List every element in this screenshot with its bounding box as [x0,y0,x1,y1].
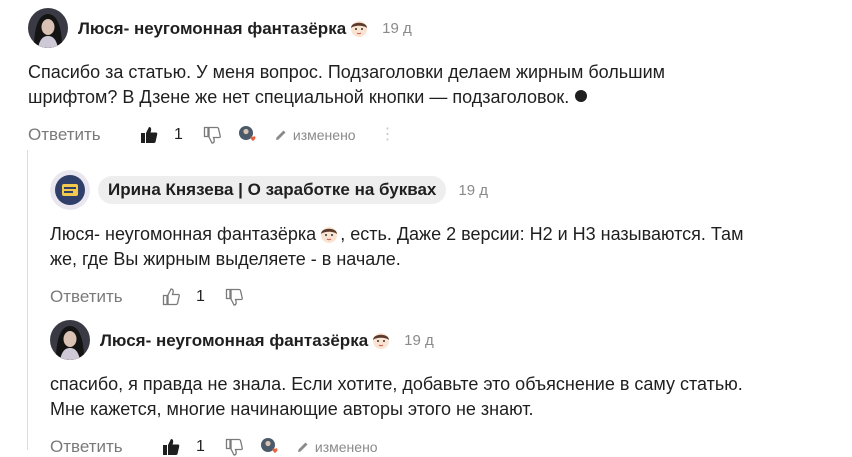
pencil-icon [295,436,311,457]
comment: Люся- неугомонная фантазёрка 19 д Спасиб… [28,8,828,150]
comment-header: Люся- неугомонная фантазёрка 19 д [50,320,830,360]
dislike-icon[interactable] [223,286,245,308]
avatar[interactable] [28,8,68,48]
dislike-icon[interactable] [201,124,223,146]
black-circle-emoji-icon [575,90,588,102]
author-liked-badge-icon [237,124,259,146]
reply-button[interactable]: Ответить [50,437,160,457]
comment-actions: Ответить 1 изменено ⋮ [28,120,828,150]
like-count: 1 [196,288,205,305]
like-filled-icon[interactable] [138,124,160,146]
avatar[interactable] [50,170,90,210]
comment-actions: Ответить 1 изменено [50,432,830,457]
girl-emoji-icon [318,223,340,245]
comment-text: Люся- неугомонная фантазёрка, есть. Даже… [50,223,744,269]
like-count: 1 [174,126,183,143]
like-icon[interactable] [160,286,182,308]
pencil-icon [273,124,289,146]
comment-header: Люся- неугомонная фантазёрка 19 д [28,8,828,48]
reply-button[interactable]: Ответить [50,287,160,307]
comment-date: 19 д [382,19,412,37]
comment-date: 19 д [458,181,488,199]
mention[interactable]: Люся- неугомонная фантазёрка [50,224,316,244]
reply-button[interactable]: Ответить [28,125,138,145]
edited-label: изменено [295,436,378,457]
author-liked-badge-icon [259,436,281,457]
girl-emoji-icon [370,329,392,351]
comment: Люся- неугомонная фантазёрка 19 д спасиб… [50,320,830,457]
comment-header: Ирина Князева | О заработке на буквах 19… [50,170,830,210]
comment-date: 19 д [404,331,434,349]
like-count: 1 [196,438,205,455]
author-name[interactable]: Люся- неугомонная фантазёрка [100,329,392,351]
more-options-icon[interactable]: ⋮ [380,127,396,143]
avatar[interactable] [50,320,90,360]
like-filled-icon[interactable] [160,436,182,457]
thread-line [27,150,28,450]
author-name[interactable]: Ирина Князева | О заработке на буквах [98,176,447,204]
comment-text: спасибо, я правда не знала. Если хотите,… [50,374,743,419]
comment: Ирина Князева | О заработке на буквах 19… [50,170,830,312]
edited-label: изменено [273,124,356,146]
dislike-icon[interactable] [223,436,245,457]
girl-emoji-icon [348,17,370,39]
comment-actions: Ответить 1 [50,282,830,312]
author-name[interactable]: Люся- неугомонная фантазёрка [78,17,370,39]
comment-text: Спасибо за статью. У меня вопрос. Подзаг… [28,62,665,107]
